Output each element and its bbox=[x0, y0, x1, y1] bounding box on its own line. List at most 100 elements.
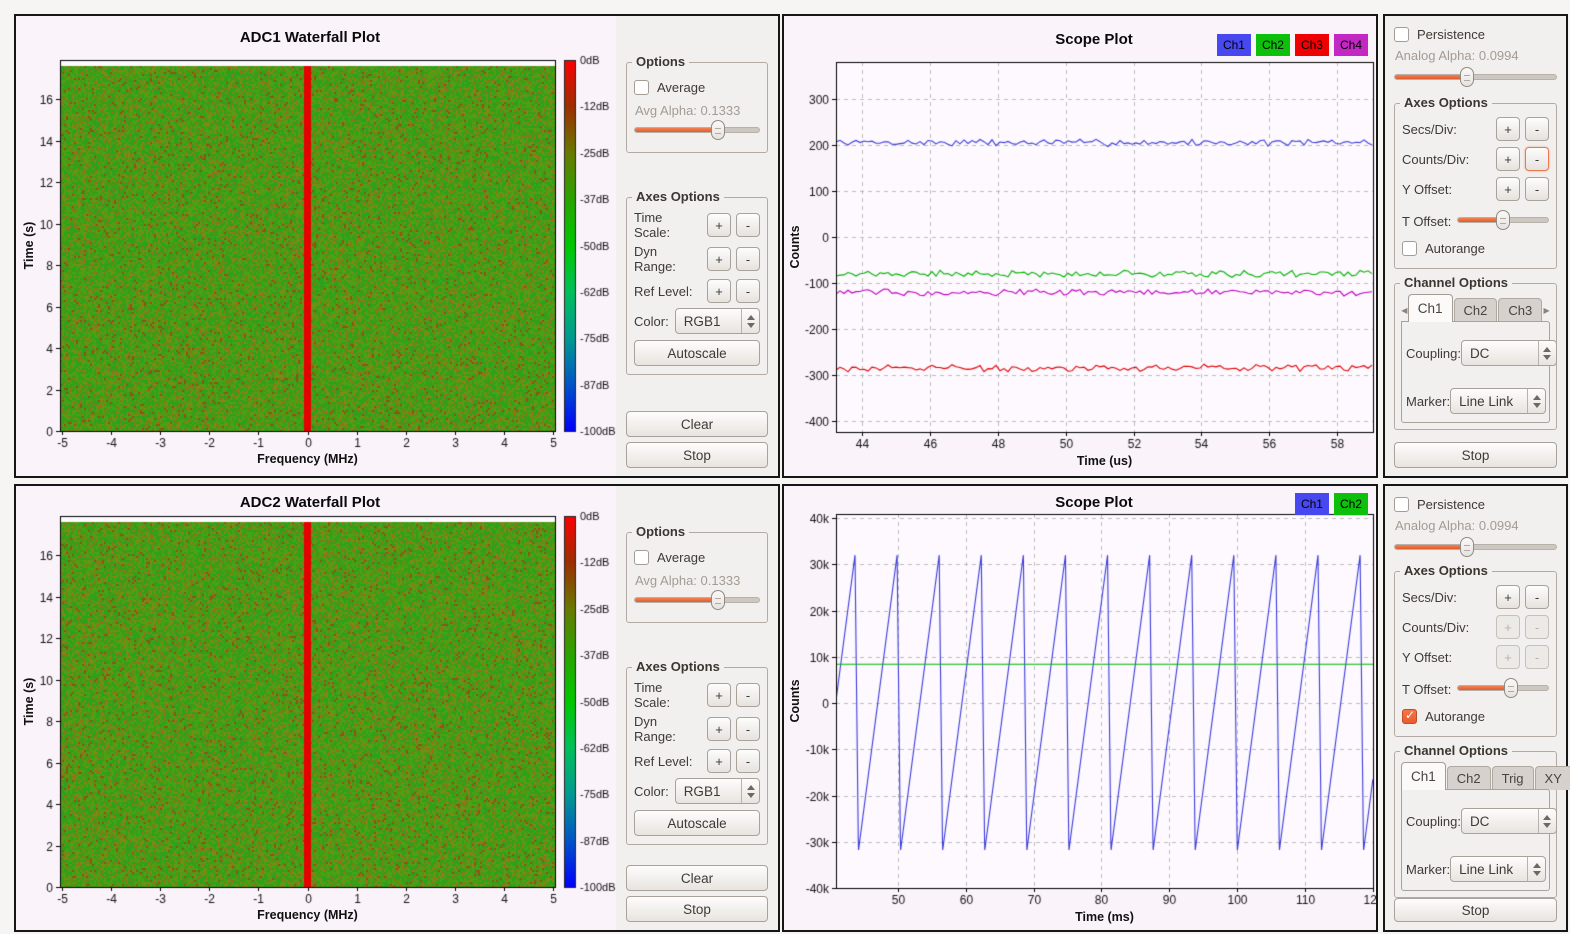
ref-level-plus-button[interactable]: + bbox=[707, 279, 731, 303]
dyn-range-plus-button[interactable]: + bbox=[707, 247, 731, 271]
stop-button[interactable]: Stop bbox=[626, 896, 768, 922]
tab-ch1[interactable]: Ch1 bbox=[1401, 762, 1446, 790]
slider-track[interactable] bbox=[634, 127, 760, 133]
spinbox-arrows-icon[interactable] bbox=[1527, 857, 1545, 881]
dyn-range-plus-button[interactable]: + bbox=[707, 717, 731, 741]
spinbox-arrows-icon[interactable] bbox=[741, 779, 759, 803]
stop-button[interactable]: Stop bbox=[626, 442, 768, 468]
coupling-row: Coupling: DC bbox=[1406, 340, 1545, 366]
slider-handle[interactable] bbox=[711, 120, 725, 140]
dyn-range-minus-button[interactable]: - bbox=[736, 247, 760, 271]
slider-track[interactable] bbox=[1394, 74, 1557, 80]
counts-div-minus-button[interactable]: - bbox=[1525, 615, 1549, 639]
color-spinbox[interactable]: RGB1 bbox=[675, 778, 760, 804]
marker-label: Marker: bbox=[1406, 394, 1450, 409]
scope-plot-canvas[interactable] bbox=[784, 16, 1376, 476]
counts-div-row: Counts/Div: + - bbox=[1402, 614, 1549, 640]
analog-alpha-slider[interactable] bbox=[1394, 537, 1557, 555]
slider-handle[interactable] bbox=[1504, 678, 1518, 698]
channel-options-title: Channel Options bbox=[1400, 743, 1512, 758]
slider-handle[interactable] bbox=[1496, 210, 1510, 230]
time-scale-minus-button[interactable]: - bbox=[736, 213, 760, 237]
marker-spinbox[interactable]: Line Link bbox=[1450, 856, 1546, 882]
spinbox-arrows-icon[interactable] bbox=[1527, 389, 1545, 413]
secs-div-minus-button[interactable]: - bbox=[1525, 117, 1549, 141]
autorange-checkbox[interactable] bbox=[1402, 241, 1417, 256]
average-checkbox[interactable] bbox=[634, 550, 649, 565]
avg-alpha-slider[interactable] bbox=[634, 120, 760, 140]
spinbox-arrows-icon[interactable] bbox=[1538, 341, 1556, 365]
spinbox-arrows-icon[interactable] bbox=[1538, 809, 1556, 833]
avg-alpha-slider[interactable] bbox=[634, 590, 760, 610]
scope-plot-canvas[interactable] bbox=[784, 486, 1376, 930]
tab-ch2[interactable]: Ch2 bbox=[1447, 766, 1491, 790]
autorange-row: Autorange bbox=[1402, 704, 1549, 728]
counts-div-row: Counts/Div: + - bbox=[1402, 146, 1549, 172]
plot-title: ADC1 Waterfall Plot bbox=[16, 29, 604, 46]
color-row: Color: RGB1 bbox=[634, 778, 760, 804]
persistence-checkbox[interactable] bbox=[1394, 497, 1409, 512]
ref-level-minus-button[interactable]: - bbox=[736, 749, 760, 773]
time-scale-plus-button[interactable]: + bbox=[707, 683, 731, 707]
average-checkbox[interactable] bbox=[634, 80, 649, 95]
slider-track[interactable] bbox=[1394, 544, 1557, 550]
tab-ch3[interactable]: Ch3 bbox=[1498, 298, 1542, 322]
legend-ch1: Ch1 bbox=[1217, 34, 1251, 56]
y-offset-plus-button[interactable]: + bbox=[1496, 645, 1520, 669]
t-offset-slider[interactable] bbox=[1457, 210, 1549, 230]
tab-ch1[interactable]: Ch1 bbox=[1408, 294, 1453, 322]
average-row: Average bbox=[634, 545, 760, 569]
clear-button[interactable]: Clear bbox=[626, 865, 768, 891]
slider-handle[interactable] bbox=[1460, 67, 1474, 87]
secs-div-row: Secs/Div: + - bbox=[1402, 116, 1549, 142]
ref-level-label: Ref Level: bbox=[634, 754, 702, 769]
t-offset-slider[interactable] bbox=[1457, 678, 1549, 698]
tab-scroll-left-icon[interactable]: ◀ bbox=[1401, 298, 1408, 322]
adc1-waterfall-panel: ADC1 Waterfall Plot Time (s) Frequency (… bbox=[14, 14, 780, 478]
persistence-checkbox[interactable] bbox=[1394, 27, 1409, 42]
color-value: RGB1 bbox=[676, 784, 741, 799]
secs-div-plus-button[interactable]: + bbox=[1496, 117, 1520, 141]
y-offset-plus-button[interactable]: + bbox=[1496, 177, 1520, 201]
spacer bbox=[626, 375, 768, 411]
analog-alpha-label: Analog Alpha: 0.0994 bbox=[1395, 518, 1557, 533]
options-group-title: Options bbox=[632, 524, 689, 539]
dyn-range-minus-button[interactable]: - bbox=[736, 717, 760, 741]
ref-level-minus-button[interactable]: - bbox=[736, 279, 760, 303]
stop-button[interactable]: Stop bbox=[1394, 442, 1557, 468]
time-scale-plus-button[interactable]: + bbox=[707, 213, 731, 237]
scope-control-panel-bottom: Persistence Analog Alpha: 0.0994 Axes Op… bbox=[1383, 484, 1568, 932]
time-scale-minus-button[interactable]: - bbox=[736, 683, 760, 707]
slider-handle[interactable] bbox=[1460, 537, 1474, 557]
clear-button[interactable]: Clear bbox=[626, 411, 768, 437]
slider-track[interactable] bbox=[634, 597, 760, 603]
coupling-spinbox[interactable]: DC bbox=[1461, 340, 1557, 366]
adc1-waterfall-canvas[interactable] bbox=[16, 16, 616, 476]
y-axis-label: Counts bbox=[788, 62, 802, 432]
counts-div-plus-button[interactable]: + bbox=[1496, 615, 1520, 639]
color-spinbox[interactable]: RGB1 bbox=[675, 308, 760, 334]
secs-div-minus-button[interactable]: - bbox=[1525, 585, 1549, 609]
y-offset-minus-button[interactable]: - bbox=[1525, 645, 1549, 669]
tab-xy[interactable]: XY bbox=[1535, 766, 1570, 790]
spacer bbox=[626, 845, 768, 865]
counts-div-plus-button[interactable]: + bbox=[1496, 147, 1520, 171]
tab-scroll-right-icon[interactable]: ▶ bbox=[1543, 298, 1550, 322]
adc2-waterfall-canvas[interactable] bbox=[16, 486, 616, 930]
coupling-spinbox[interactable]: DC bbox=[1461, 808, 1557, 834]
autoscale-button[interactable]: Autoscale bbox=[634, 810, 760, 836]
slider-handle[interactable] bbox=[711, 590, 725, 610]
stop-button[interactable]: Stop bbox=[1394, 898, 1557, 922]
autorange-checkbox[interactable] bbox=[1402, 709, 1417, 724]
marker-spinbox[interactable]: Line Link bbox=[1450, 388, 1546, 414]
y-offset-minus-button[interactable]: - bbox=[1525, 177, 1549, 201]
ref-level-plus-button[interactable]: + bbox=[707, 749, 731, 773]
tab-ch2[interactable]: Ch2 bbox=[1454, 298, 1498, 322]
tab-trig[interactable]: Trig bbox=[1492, 766, 1534, 790]
autoscale-button[interactable]: Autoscale bbox=[634, 340, 760, 366]
counts-div-minus-button[interactable]: - bbox=[1525, 147, 1549, 171]
secs-div-plus-button[interactable]: + bbox=[1496, 585, 1520, 609]
spinbox-arrows-icon[interactable] bbox=[741, 309, 759, 333]
axes-options-title: Axes Options bbox=[632, 659, 724, 674]
analog-alpha-slider[interactable] bbox=[1394, 67, 1557, 87]
